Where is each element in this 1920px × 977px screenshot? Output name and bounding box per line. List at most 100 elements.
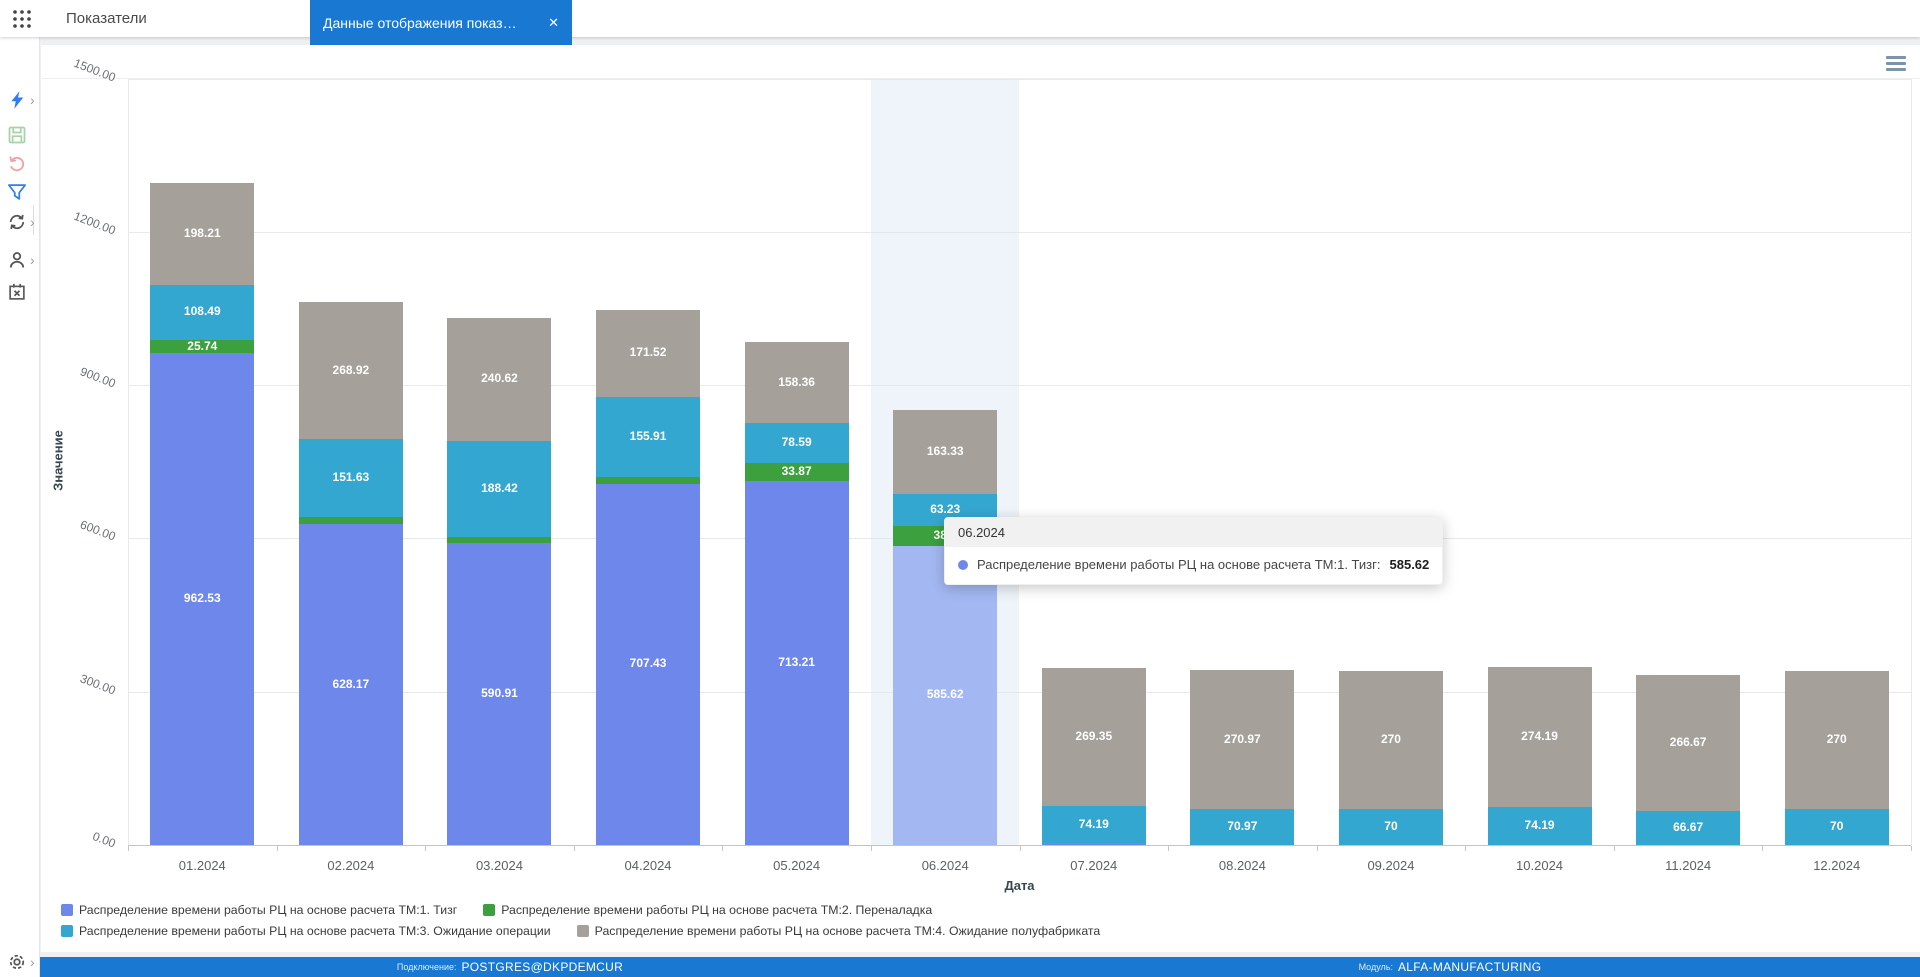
bar-label: 270.97 — [1224, 731, 1261, 746]
legend-row: Распределение времени работы РЦ на основ… — [61, 903, 1100, 917]
bar-label: 74.19 — [1078, 816, 1109, 831]
bar-label: 269.35 — [1075, 728, 1113, 743]
axis-tick — [1613, 846, 1615, 851]
calendar-x-button[interactable] — [7, 282, 29, 304]
flash-button[interactable] — [7, 90, 29, 112]
x-tick-label: 09.2024 — [1367, 858, 1415, 873]
y-tick-label: 1500.00 — [71, 55, 118, 85]
axis-tick — [722, 846, 724, 851]
axis-tick — [1168, 846, 1170, 851]
undo-icon — [9, 156, 25, 172]
bar-label: 707.43 — [629, 656, 667, 671]
axis-tick — [128, 846, 129, 851]
y-tick-label: 300.00 — [78, 670, 118, 698]
app-grid-icon[interactable] — [11, 8, 33, 30]
refresh-icon — [9, 214, 25, 230]
bar-label: 274.19 — [1521, 729, 1558, 744]
tooltip-series-label: Распределение времени работы РЦ на основ… — [977, 557, 1381, 572]
bar-label: 74.19 — [1524, 818, 1555, 833]
x-tick-label: 01.2024 — [178, 858, 226, 873]
chevron-right-icon[interactable]: › — [30, 952, 40, 972]
axis-tick — [1911, 846, 1912, 851]
bar-label: 171.52 — [629, 345, 667, 360]
axis-tick — [1019, 846, 1021, 851]
bar-label: 962.53 — [183, 591, 221, 606]
axis-tick — [573, 846, 575, 851]
bar-segment[interactable] — [447, 536, 552, 544]
save-icon — [8, 126, 26, 144]
chevron-right-icon[interactable]: › — [30, 212, 40, 232]
x-tick-label: 10.2024 — [1516, 858, 1564, 873]
calendar-x-icon — [9, 283, 25, 300]
bar-segment[interactable] — [596, 476, 701, 484]
x-tick-label: 08.2024 — [1218, 858, 1266, 873]
close-icon[interactable]: ✕ — [538, 15, 559, 31]
y-tick-label: 0.00 — [90, 829, 118, 851]
flash-icon — [11, 91, 24, 109]
page-title: Показатели — [66, 10, 147, 27]
legend-swatch — [483, 904, 496, 916]
y-tick-label: 600.00 — [78, 517, 118, 544]
settings-button[interactable] — [7, 952, 29, 974]
x-tick-label: 12.2024 — [1813, 858, 1861, 873]
x-tick-label: 07.2024 — [1070, 858, 1118, 873]
tab-active[interactable]: Данные отображения показ… ✕ — [310, 0, 572, 45]
bar-segment[interactable] — [298, 516, 403, 524]
legend-swatch — [61, 925, 73, 937]
chart-tooltip: 06.2024 Распределение времени работы РЦ … — [944, 517, 1444, 585]
grid-line — [128, 78, 1911, 80]
x-tick-label: 05.2024 — [773, 858, 821, 873]
bar-label: 198.21 — [183, 225, 221, 240]
axis-tick — [276, 846, 278, 851]
legend-item[interactable]: Распределение времени работы РЦ на основ… — [483, 903, 932, 917]
refresh-button[interactable] — [7, 212, 29, 234]
bar-label: 713.21 — [778, 654, 815, 669]
stacked-bar-chart: 0.00 300.00 600.00 900.00 1200.00 1500.00 01.2… — [41, 45, 1920, 952]
bar-label: 33.87 — [781, 463, 812, 478]
axis-tick — [1465, 846, 1467, 851]
filter-button[interactable] — [7, 182, 29, 204]
legend-item[interactable]: Распределение времени работы РЦ на основ… — [61, 924, 551, 938]
x-tick-label: 06.2024 — [921, 858, 969, 873]
plot-right-edge — [1911, 78, 1912, 845]
bar-label: 63.23 — [930, 501, 961, 516]
top-bar: Показатели — [0, 0, 1920, 37]
user-button[interactable] — [7, 250, 29, 272]
undo-button[interactable] — [7, 153, 29, 175]
tooltip-series-dot — [958, 559, 968, 570]
legend-swatch — [61, 904, 73, 916]
bar-label: 25.74 — [187, 338, 218, 353]
axis-tick — [870, 846, 872, 851]
grid-line — [128, 231, 1911, 233]
axis-tick — [425, 846, 427, 851]
legend-item[interactable]: Распределение времени работы РЦ на основ… — [576, 924, 1101, 938]
connection-label: Подключение: — [396, 962, 457, 972]
module-status: Модуль: ALFA-MANUFACTURING — [980, 957, 1920, 977]
bar-label: 151.63 — [332, 470, 370, 485]
bar-label: 70 — [1830, 819, 1844, 834]
axis-tick — [1762, 846, 1764, 851]
bar-label: 585.62 — [926, 687, 964, 702]
legend-label: Распределение времени работы РЦ на основ… — [79, 924, 551, 938]
bar-label: 240.62 — [481, 371, 518, 386]
bar-label: 590.91 — [481, 686, 518, 701]
bar-segment[interactable] — [1041, 843, 1146, 845]
left-toolbar: › › › › — [0, 37, 40, 977]
legend-item[interactable]: Распределение времени работы РЦ на основ… — [61, 903, 457, 917]
legend-label: Распределение времени работы РЦ на основ… — [501, 903, 933, 917]
grid-dots-icon — [13, 10, 31, 28]
connection-value: POSTGRES@DKPDEMCUR — [461, 960, 624, 974]
tooltip-header: 06.2024 — [945, 518, 1443, 547]
chevron-right-icon[interactable]: › — [30, 90, 40, 110]
filter-icon — [8, 184, 26, 200]
module-value: ALFA-MANUFACTURING — [1397, 960, 1542, 974]
bar-label: 266.67 — [1669, 734, 1707, 749]
chevron-right-icon[interactable]: › — [30, 250, 40, 270]
bar-label: 270 — [1826, 732, 1847, 747]
x-tick-label: 11.2024 — [1665, 858, 1712, 873]
legend-label: Распределение времени работы РЦ на основ… — [594, 924, 1101, 938]
x-tick-label: 02.2024 — [327, 858, 375, 873]
module-label: Модуль: — [1358, 962, 1393, 972]
bar-label: 163.33 — [926, 443, 964, 458]
save-button[interactable] — [7, 125, 29, 147]
